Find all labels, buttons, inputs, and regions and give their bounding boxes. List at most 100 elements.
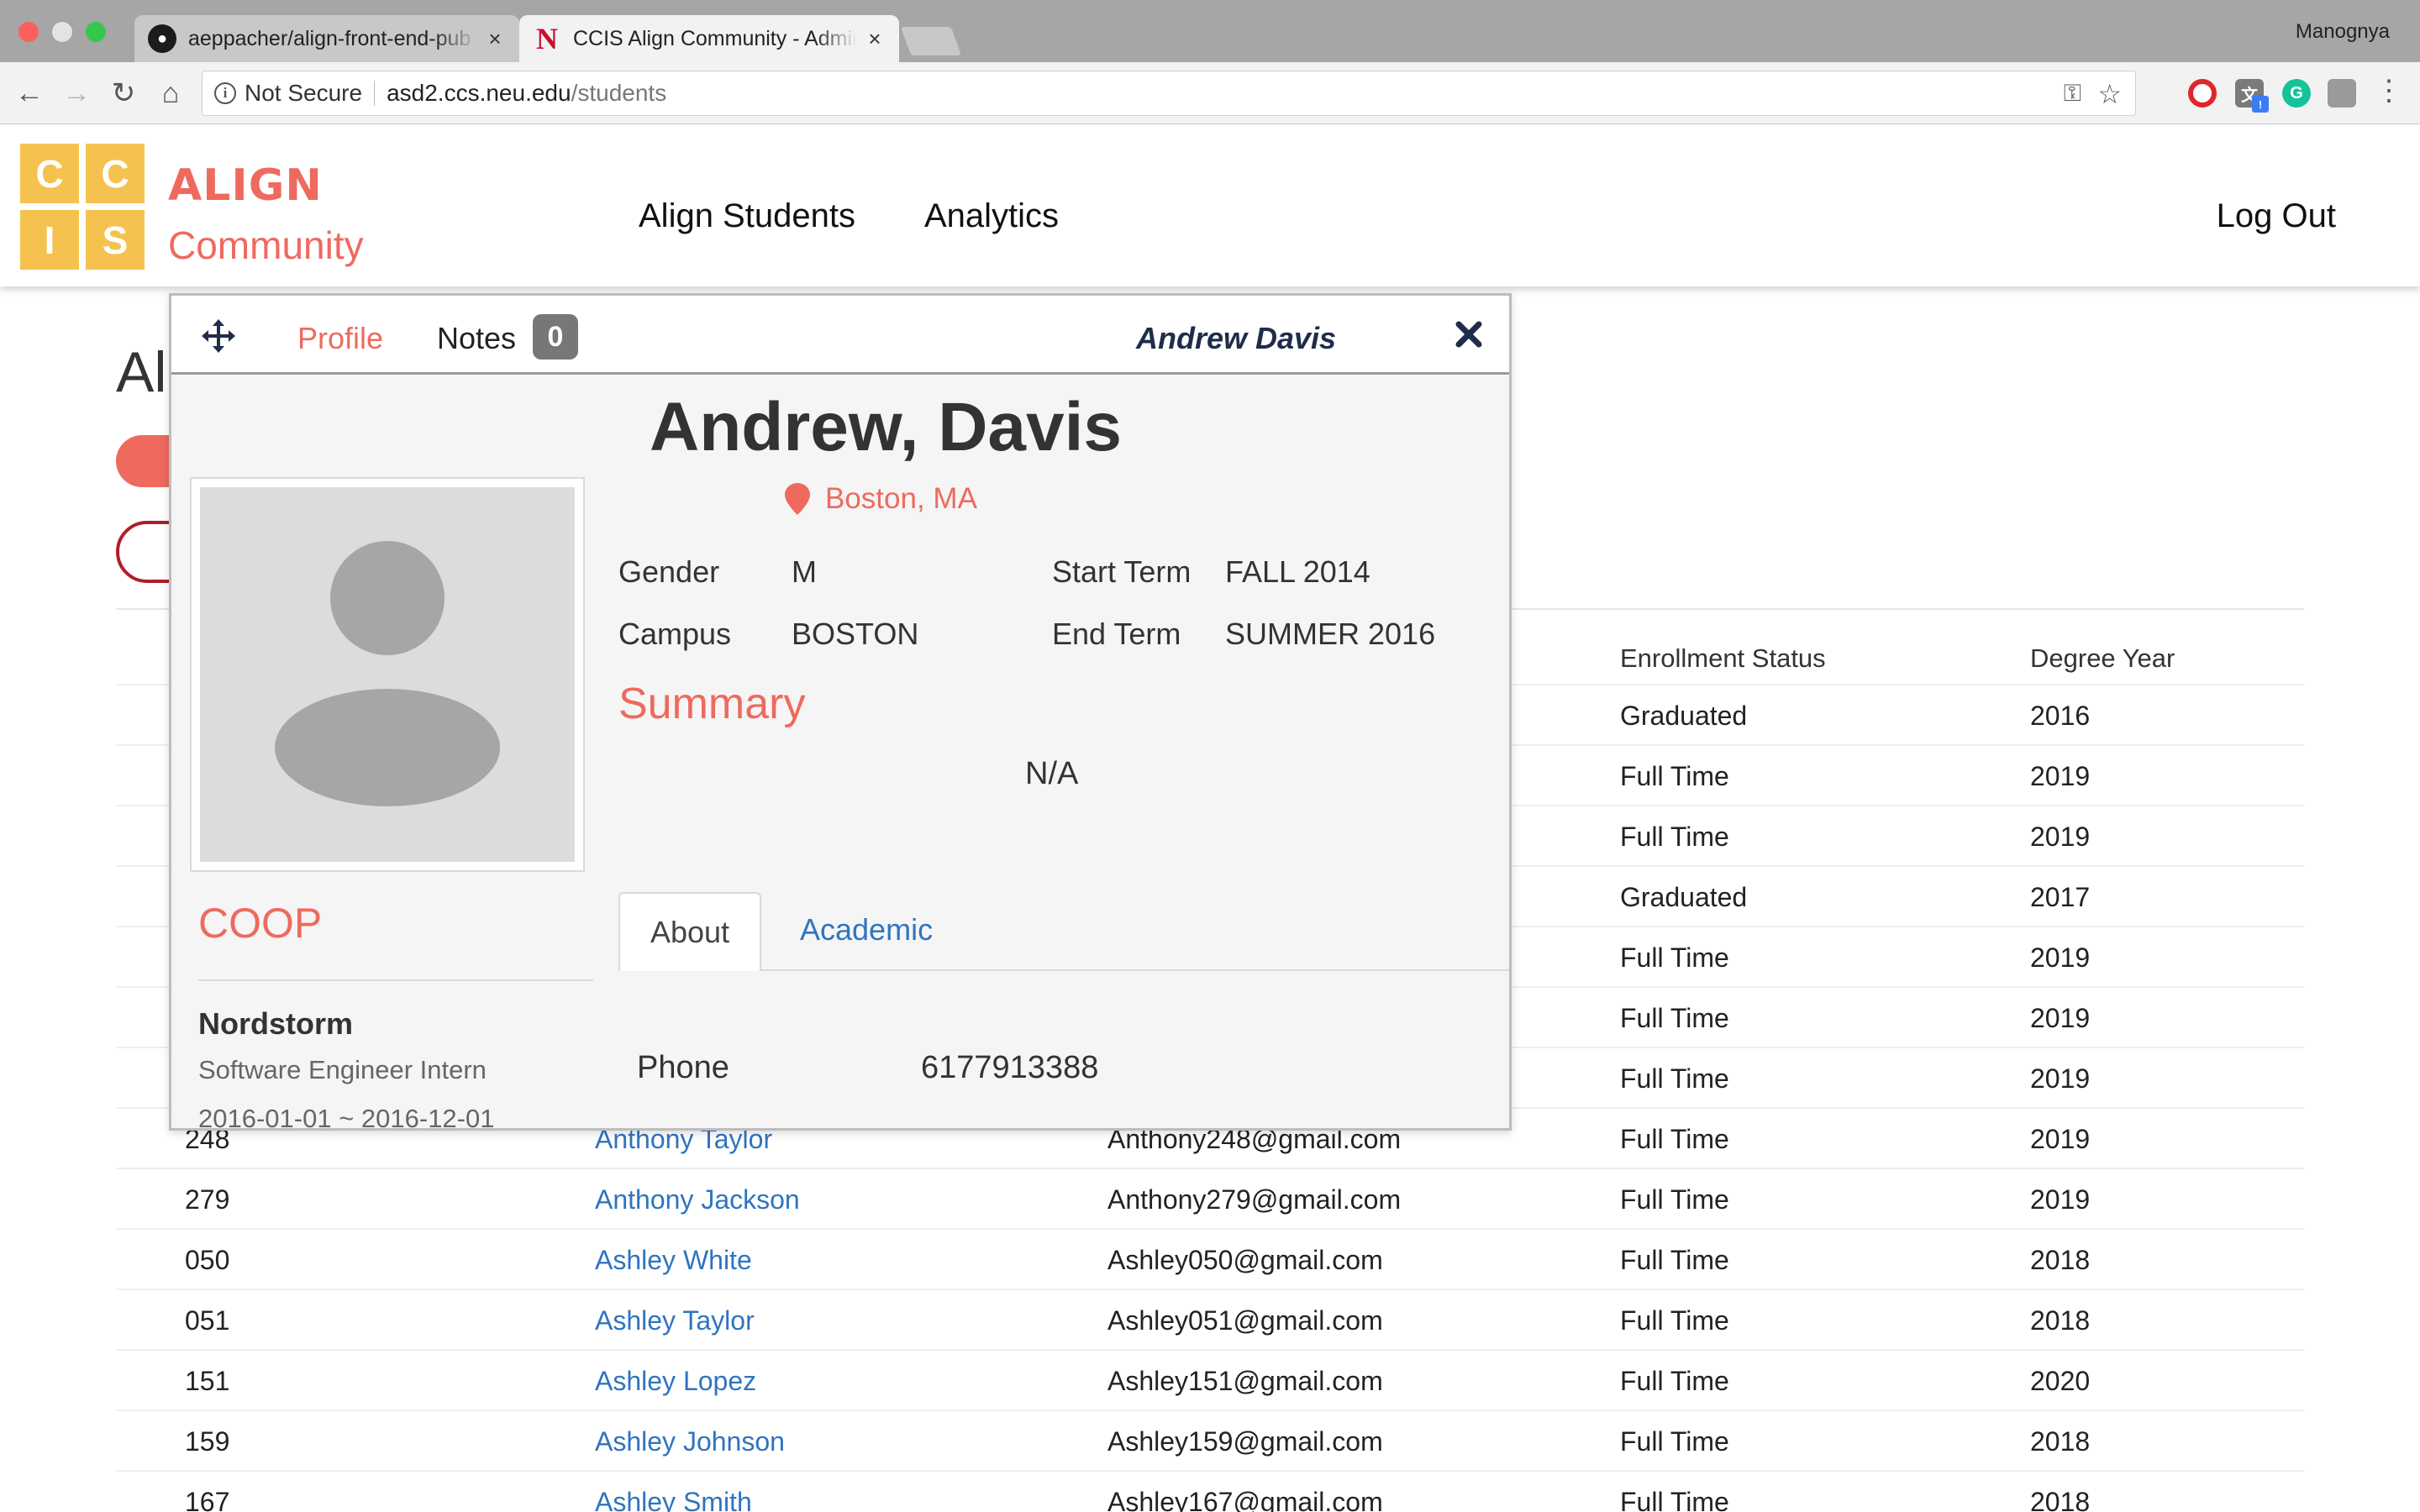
forward-icon[interactable]: → (60, 77, 92, 109)
back-icon[interactable]: ← (13, 77, 45, 109)
table-row[interactable]: 050 Ashley White Ashley050@gmail.com Full T… (116, 1228, 2304, 1289)
reload-icon[interactable]: ↻ (108, 77, 139, 109)
ccis-logo[interactable]: C C I S (20, 144, 145, 270)
student-id-cell: 151 (185, 1366, 230, 1396)
notes-count-badge: 0 (533, 314, 578, 360)
summary-heading: Summary (618, 680, 806, 728)
tab-close-icon[interactable]: × (864, 26, 886, 52)
logo-letter: C (20, 144, 79, 203)
table-row[interactable]: 051 Ashley Taylor Ashley051@gmail.com Full … (116, 1289, 2304, 1349)
degree-year-cell: 2018 (2030, 1487, 2091, 1512)
student-email-cell: Ashley051@gmail.com (1107, 1305, 1383, 1336)
key-icon[interactable]: ⚿ (2064, 80, 2081, 108)
enrollment-status-cell: Full Time (1620, 1003, 1729, 1033)
tab-academic[interactable]: Academic (800, 912, 933, 948)
table-row[interactable]: 279 Anthony Jackson Anthony279@gmail.com Fu… (116, 1168, 2304, 1228)
avatar (190, 477, 585, 872)
coop-company: Nordstorm (198, 1006, 354, 1041)
phone-label: Phone (637, 1050, 729, 1085)
column-header-degree-year[interactable]: Degree Year (2030, 643, 2175, 674)
student-id-cell: 050 (185, 1245, 230, 1275)
degree-year-cell: 2020 (2030, 1366, 2091, 1396)
enrollment-status-cell: Full Time (1620, 822, 1729, 852)
logout-link[interactable]: Log Out (2217, 197, 2336, 235)
window-zoom-button[interactable] (86, 22, 106, 42)
location-text: Boston, MA (825, 482, 977, 515)
campus-value: BOSTON (792, 617, 919, 651)
close-icon[interactable] (1454, 319, 1484, 349)
translate-extension-icon[interactable]: 文! (2235, 79, 2269, 113)
student-email-cell: Ashley151@gmail.com (1107, 1366, 1383, 1396)
tab-close-icon[interactable]: × (484, 26, 506, 52)
enrollment-status-cell: Full Time (1620, 1305, 1729, 1336)
enrollment-status-cell: Full Time (1620, 1487, 1729, 1512)
degree-year-cell: 2018 (2030, 1305, 2091, 1336)
logo-letter: I (20, 210, 79, 270)
home-icon[interactable]: ⌂ (155, 77, 187, 109)
star-icon[interactable]: ☆ (2097, 78, 2122, 110)
student-name-link[interactable]: Ashley Smith (595, 1487, 752, 1512)
student-id-cell: 051 (185, 1305, 230, 1336)
student-id-cell: 279 (185, 1184, 230, 1215)
coop-dates: 2016-01-01 ~ 2016-12-01 (198, 1104, 495, 1131)
degree-year-cell: 2019 (2030, 1184, 2091, 1215)
degree-year-cell: 2016 (2030, 701, 2091, 731)
nav-align-students[interactable]: Align Students (639, 197, 855, 235)
enrollment-status-cell: Graduated (1620, 701, 1748, 731)
browser-tab-align[interactable]: N CCIS Align Community - Admin × (519, 15, 899, 62)
degree-year-cell: 2017 (2030, 882, 2091, 912)
tab-about[interactable]: About (618, 892, 761, 971)
tab-title: aeppacher/align-front-end-pub (188, 26, 471, 50)
nav-analytics[interactable]: Analytics (924, 197, 1059, 235)
student-name-link[interactable]: Ashley Taylor (595, 1305, 755, 1336)
opera-extension-icon[interactable] (2188, 79, 2217, 108)
table-row[interactable]: 151 Ashley Lopez Ashley151@gmail.com Full T… (116, 1349, 2304, 1410)
student-id-cell: 159 (185, 1426, 230, 1457)
student-name-link[interactable]: Ashley White (595, 1245, 752, 1276)
degree-year-cell: 2019 (2030, 942, 2091, 973)
student-name-link[interactable]: Ashley Lopez (595, 1366, 756, 1397)
brand-title: ALIGN (168, 160, 323, 211)
tab-profile[interactable]: Profile (297, 321, 383, 356)
info-icon[interactable]: i (214, 82, 236, 104)
browser-menu-icon[interactable]: ⋮ (2375, 74, 2403, 108)
student-name-link[interactable]: Ashley Johnson (595, 1426, 785, 1457)
logo-letter: C (86, 144, 145, 203)
page-title: Al (116, 340, 167, 404)
phone-value: 6177913388 (921, 1050, 1099, 1085)
table-row[interactable]: 159 Ashley Johnson Ashley159@gmail.com Full… (116, 1410, 2304, 1470)
tab-notes[interactable]: Notes (437, 321, 516, 356)
enrollment-status-cell: Full Time (1620, 1426, 1729, 1457)
student-location: Boston, MA (785, 482, 977, 516)
degree-year-cell: 2019 (2030, 1003, 2091, 1033)
browser-tab-github[interactable]: ● aeppacher/align-front-end-pub × (134, 15, 519, 62)
start-term-label: Start Term (1052, 554, 1192, 589)
browser-profile-name[interactable]: Manognya (2296, 20, 2390, 44)
modal-student-name: Andrew Davis (1136, 321, 1337, 355)
address-divider (374, 81, 376, 106)
enrollment-status-cell: Full Time (1620, 1366, 1729, 1396)
degree-year-cell: 2019 (2030, 761, 2091, 791)
generic-extension-icon[interactable] (2328, 79, 2356, 108)
degree-year-cell: 2019 (2030, 822, 2091, 852)
window-close-button[interactable] (18, 22, 39, 42)
degree-year-cell: 2019 (2030, 1063, 2091, 1094)
student-email-cell: Ashley050@gmail.com (1107, 1245, 1383, 1275)
student-name-link[interactable]: Anthony Jackson (595, 1184, 800, 1215)
degree-year-cell: 2018 (2030, 1245, 2091, 1275)
security-status[interactable]: Not Secure (245, 80, 362, 107)
start-term-value: FALL 2014 (1225, 554, 1370, 589)
grammarly-extension-icon[interactable]: G (2282, 79, 2311, 108)
new-tab-button[interactable] (900, 27, 962, 55)
window-minimize-button[interactable] (52, 22, 72, 42)
student-full-name: Andrew, Davis (649, 389, 1123, 465)
modal-header: Profile Notes 0 Andrew Davis (171, 296, 1509, 375)
column-header-enrollment-status[interactable]: Enrollment Status (1620, 643, 1826, 674)
move-icon[interactable] (202, 319, 235, 353)
student-email-cell: Ashley167@gmail.com (1107, 1487, 1383, 1512)
logo-letter: S (86, 210, 145, 270)
address-host: asd2.ccs.neu.edu (387, 80, 571, 106)
table-row[interactable]: 167 Ashley Smith Ashley167@gmail.com Full T… (116, 1470, 2304, 1512)
degree-year-cell: 2018 (2030, 1426, 2091, 1457)
address-bar[interactable]: i Not Secure asd2.ccs.neu.edu /students … (202, 71, 2136, 116)
